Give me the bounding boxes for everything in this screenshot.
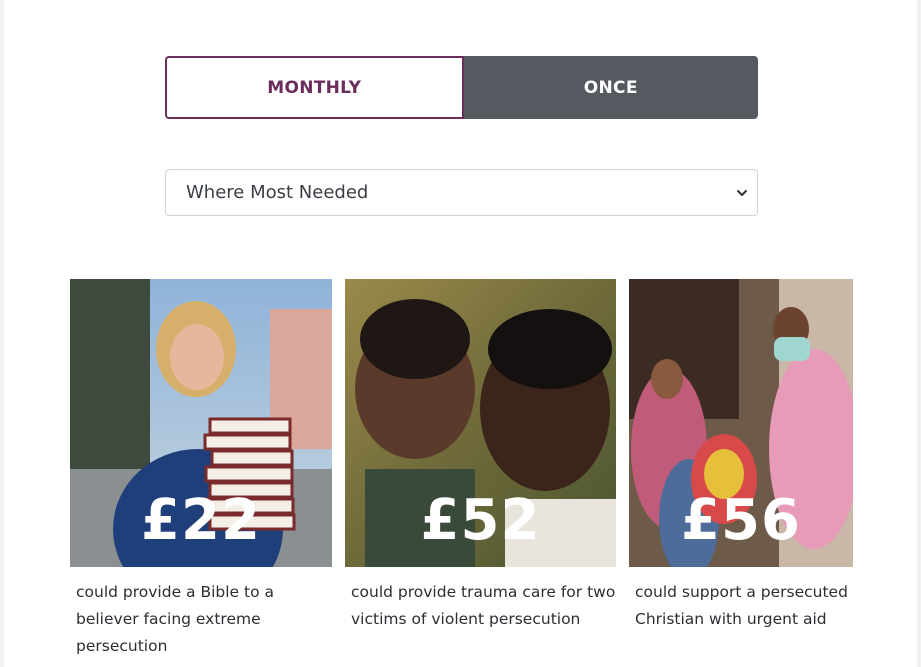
fund-select[interactable]: Where Most Needed — [165, 169, 758, 216]
fund-select-value: Where Most Needed — [186, 182, 369, 203]
donation-card-56[interactable]: £56 — [629, 279, 853, 567]
monthly-tab[interactable]: MONTHLY — [165, 56, 464, 119]
card-caption: could provide a Bible to a believer faci… — [76, 583, 274, 655]
card-caption: could support a persecuted Christian wit… — [635, 583, 848, 628]
card-caption: could provide trauma care for two victim… — [351, 583, 616, 628]
donation-panel: MONTHLY ONCE Where Most Needed £22 could… — [4, 0, 917, 667]
donation-card-22[interactable]: £22 — [70, 279, 332, 567]
amount-label: £22 — [141, 488, 261, 553]
once-tab[interactable]: ONCE — [463, 56, 758, 119]
chevron-down-icon — [737, 189, 747, 196]
amount-label: £56 — [681, 488, 801, 553]
amount-label: £52 — [420, 488, 541, 553]
donation-card-52[interactable]: £52 — [345, 279, 616, 567]
frequency-toggle: MONTHLY ONCE — [165, 56, 758, 119]
